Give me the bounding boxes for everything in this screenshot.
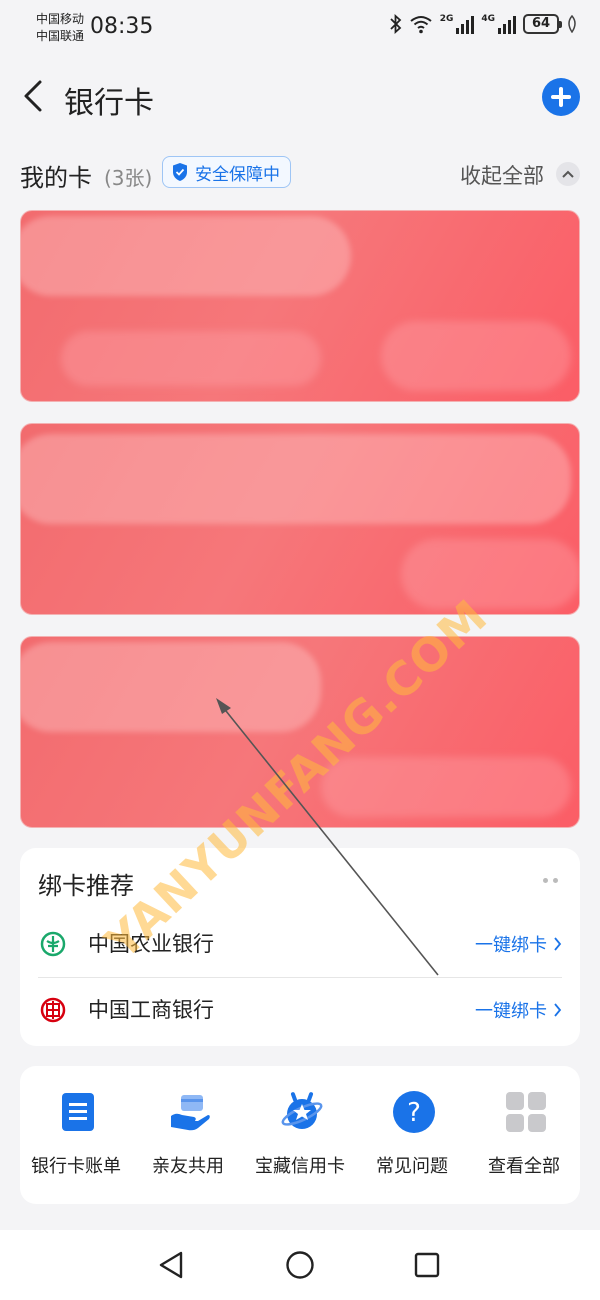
- card-redaction-mark: [21, 434, 571, 524]
- bill-icon: [62, 1093, 94, 1131]
- status-icons: 2G 4G 64: [390, 14, 578, 34]
- signal-2g-label: 2G: [439, 14, 454, 24]
- bank-row-icbc[interactable]: 中国工商银行 一键绑卡: [38, 978, 562, 1044]
- chevron-up-icon: [562, 170, 574, 178]
- bank-name-icbc: 中国工商银行: [88, 998, 214, 1022]
- shortcut-label: 银行卡账单: [31, 1156, 121, 1177]
- card-redaction-mark: [401, 539, 579, 609]
- shortcut-label: 亲友共用: [152, 1156, 224, 1177]
- card-redaction-mark: [61, 331, 321, 386]
- my-cards-count: (3张): [104, 166, 153, 190]
- bind-label: 一键绑卡: [475, 1001, 547, 1022]
- bank-card-1[interactable]: [20, 210, 580, 402]
- recommend-title: 绑卡推荐: [38, 872, 134, 900]
- add-card-button[interactable]: [542, 78, 580, 116]
- chevron-right-icon: [554, 937, 562, 951]
- wifi-icon: [410, 16, 432, 34]
- nav-bar: 银行卡: [0, 58, 600, 138]
- shield-icon: [173, 163, 187, 181]
- shortcut-view-all[interactable]: 查看全部: [468, 1066, 580, 1204]
- collapse-all-button[interactable]: [556, 162, 580, 186]
- shortcut-label: 宝藏信用卡: [255, 1156, 345, 1177]
- grid-icon: [506, 1092, 546, 1132]
- bind-recommend-section: 绑卡推荐 中国农业银行 一键绑卡 中国工商银行 一键绑卡: [20, 848, 580, 1046]
- one-click-bind-icbc[interactable]: 一键绑卡: [475, 997, 562, 1023]
- shortcut-label: 查看全部: [488, 1156, 560, 1177]
- svg-text:?: ?: [407, 1098, 421, 1128]
- chevron-right-icon: [554, 1003, 562, 1017]
- more-options-icon[interactable]: [543, 878, 558, 883]
- collapse-all-link[interactable]: 收起全部: [460, 160, 544, 190]
- back-button[interactable]: [14, 76, 54, 116]
- signal-2g-icon: 2G: [440, 14, 475, 34]
- card-redaction-mark: [321, 757, 571, 817]
- shortcut-family-share[interactable]: 亲友共用: [132, 1066, 244, 1204]
- status-time: 08:35: [90, 14, 154, 39]
- credit-card-planet-icon: [281, 1092, 323, 1129]
- shortcut-label: 常见问题: [376, 1156, 448, 1177]
- one-click-bind-abc[interactable]: 一键绑卡: [475, 931, 562, 957]
- nav-back-icon[interactable]: [157, 1250, 187, 1280]
- card-redaction-mark: [21, 642, 321, 732]
- card-redaction-mark: [381, 321, 571, 391]
- safety-badge[interactable]: 安全保障中: [162, 156, 291, 188]
- card-redaction-mark: [21, 216, 351, 296]
- share-card-icon: [171, 1095, 210, 1131]
- status-bar: 中国移动 中国联通 08:35 2G 4G 64: [0, 0, 600, 58]
- carrier-1: 中国移动: [36, 12, 85, 26]
- safety-badge-label: 安全保障中: [195, 164, 280, 185]
- bank-card-2[interactable]: [20, 423, 580, 615]
- system-nav-bar: [0, 1230, 600, 1300]
- shortcut-card-bill[interactable]: 银行卡账单: [20, 1066, 132, 1204]
- shortcuts-section: 银行卡账单 亲友共用 宝藏信用卡 ? 常见问题 查看全部: [20, 1066, 580, 1204]
- carrier-names: 中国移动 中国联通: [36, 11, 84, 45]
- nav-home-icon[interactable]: [285, 1250, 315, 1280]
- nav-recent-icon[interactable]: [412, 1250, 442, 1280]
- signal-4g-icon: 4G: [481, 14, 516, 34]
- abc-bank-logo-icon: [40, 931, 66, 957]
- back-arrow-icon: [24, 80, 42, 112]
- icbc-bank-logo-icon: [40, 997, 66, 1023]
- my-cards-title: 我的卡: [20, 164, 92, 192]
- bluetooth-icon: [390, 14, 401, 34]
- question-icon: ?: [393, 1091, 435, 1133]
- battery-icon: 64: [523, 14, 562, 34]
- carrier-2: 中国联通: [36, 29, 85, 43]
- bind-label: 一键绑卡: [475, 935, 547, 956]
- leaf-icon: [568, 15, 576, 33]
- shortcut-faq[interactable]: ? 常见问题: [356, 1066, 468, 1204]
- shortcut-treasure-credit-card[interactable]: 宝藏信用卡: [244, 1066, 356, 1204]
- my-cards-header: 我的卡 (3张) 安全保障中 收起全部: [20, 152, 580, 192]
- signal-4g-label: 4G: [481, 14, 495, 24]
- page-title: 银行卡: [64, 86, 154, 121]
